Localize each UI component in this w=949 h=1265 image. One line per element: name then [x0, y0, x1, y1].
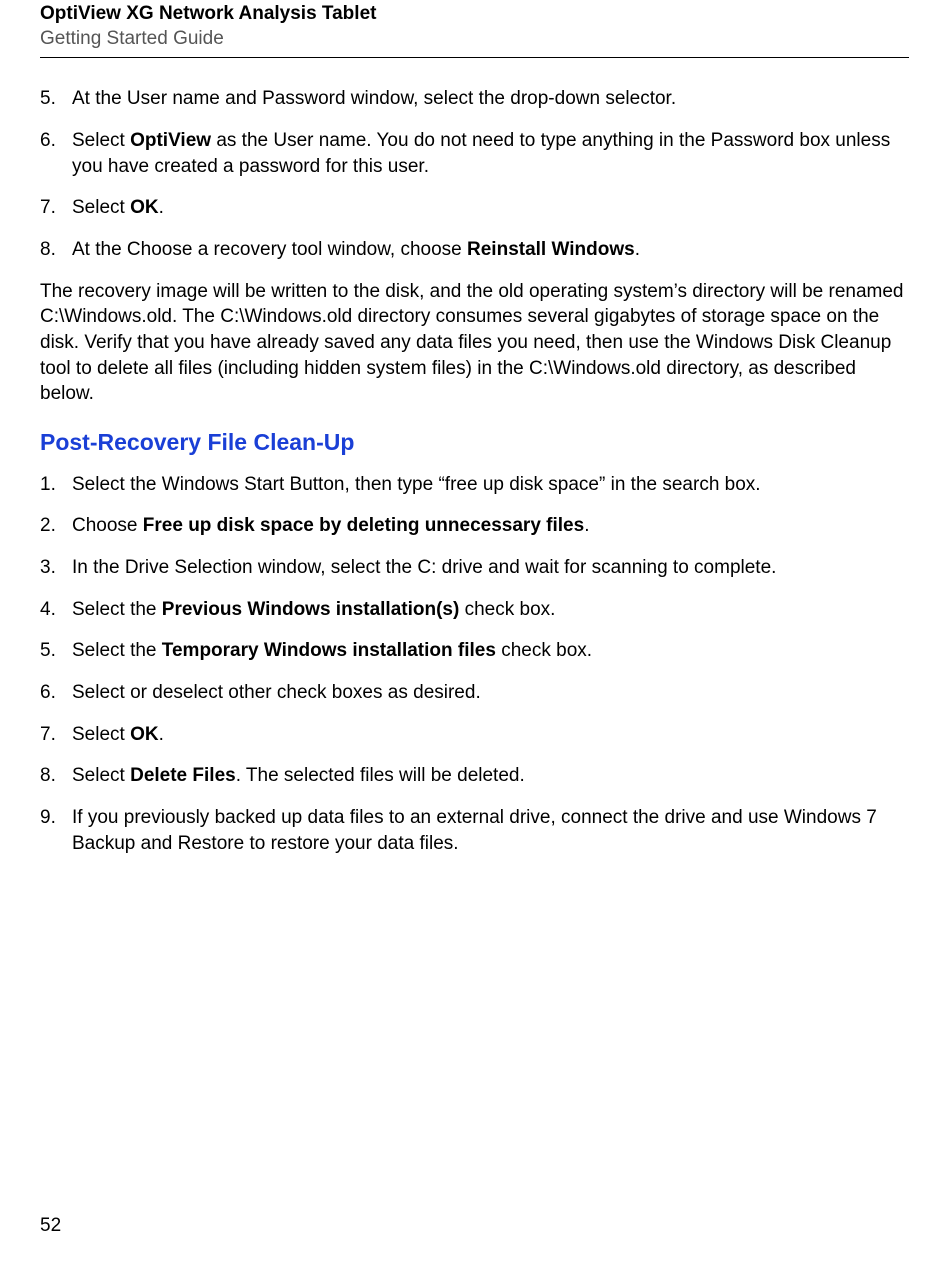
page-number: 52: [40, 1215, 61, 1237]
step-bold: Free up disk space by deleting unnecessa…: [143, 515, 584, 536]
header-subtitle: Getting Started Guide: [40, 27, 909, 52]
step-number: 4.: [40, 597, 56, 623]
step-text: At the User name and Password window, se…: [72, 88, 676, 109]
step-bold: Reinstall Windows: [467, 239, 635, 260]
step-number: 7.: [40, 195, 56, 221]
step-number: 3.: [40, 555, 56, 581]
list-item: 1. Select the Windows Start Button, then…: [40, 472, 909, 498]
step-text: check box.: [496, 640, 592, 661]
list-item: 5. Select the Temporary Windows installa…: [40, 638, 909, 664]
list-item: 8. At the Choose a recovery tool window,…: [40, 237, 909, 263]
list-item: 8. Select Delete Files. The selected fil…: [40, 763, 909, 789]
step-bold: OK: [130, 724, 159, 745]
step-bold: OK: [130, 197, 159, 218]
step-text: Select the Windows Start Button, then ty…: [72, 474, 761, 495]
step-text: .: [159, 197, 164, 218]
step-text: In the Drive Selection window, select th…: [72, 557, 776, 578]
step-bold: Temporary Windows installation files: [162, 640, 496, 661]
list-item: 3. In the Drive Selection window, select…: [40, 555, 909, 581]
page-header: OptiView XG Network Analysis Tablet Gett…: [40, 0, 909, 53]
step-bold: Delete Files: [130, 765, 236, 786]
list-item: 7. Select OK.: [40, 722, 909, 748]
step-text: check box.: [459, 599, 555, 620]
list-item: 7. Select OK.: [40, 195, 909, 221]
step-text: Choose: [72, 515, 143, 536]
step-text: Select the: [72, 640, 162, 661]
step-text: If you previously backed up data files t…: [72, 807, 877, 854]
step-text: Select: [72, 724, 130, 745]
step-number: 1.: [40, 472, 56, 498]
step-text: Select: [72, 197, 130, 218]
recovery-paragraph: The recovery image will be written to th…: [40, 279, 909, 407]
step-text: Select the: [72, 599, 162, 620]
step-number: 9.: [40, 805, 56, 831]
step-number: 5.: [40, 86, 56, 112]
step-text: Select or deselect other check boxes as …: [72, 682, 481, 703]
section-heading: Post-Recovery File Clean-Up: [40, 429, 909, 456]
list-item: 4. Select the Previous Windows installat…: [40, 597, 909, 623]
step-number: 6.: [40, 128, 56, 154]
second-steps-list: 1. Select the Windows Start Button, then…: [40, 472, 909, 856]
list-item: 6. Select OptiView as the User name. You…: [40, 128, 909, 179]
step-text: . The selected files will be deleted.: [236, 765, 525, 786]
step-number: 7.: [40, 722, 56, 748]
step-number: 8.: [40, 237, 56, 263]
step-bold: OptiView: [130, 130, 211, 151]
step-bold: Previous Windows installation(s): [162, 599, 460, 620]
step-number: 6.: [40, 680, 56, 706]
list-item: 2. Choose Free up disk space by deleting…: [40, 513, 909, 539]
step-text: .: [159, 724, 164, 745]
page: OptiView XG Network Analysis Tablet Gett…: [0, 0, 949, 856]
header-title: OptiView XG Network Analysis Tablet: [40, 2, 909, 27]
first-steps-list: 5. At the User name and Password window,…: [40, 86, 909, 262]
list-item: 9. If you previously backed up data file…: [40, 805, 909, 856]
step-text: Select: [72, 130, 130, 151]
step-text: At the Choose a recovery tool window, ch…: [72, 239, 467, 260]
step-text: Select: [72, 765, 130, 786]
step-text: .: [584, 515, 589, 536]
list-item: 5. At the User name and Password window,…: [40, 86, 909, 112]
step-number: 8.: [40, 763, 56, 789]
step-number: 2.: [40, 513, 56, 539]
header-rule: [40, 57, 909, 58]
step-number: 5.: [40, 638, 56, 664]
step-text: .: [635, 239, 640, 260]
list-item: 6. Select or deselect other check boxes …: [40, 680, 909, 706]
